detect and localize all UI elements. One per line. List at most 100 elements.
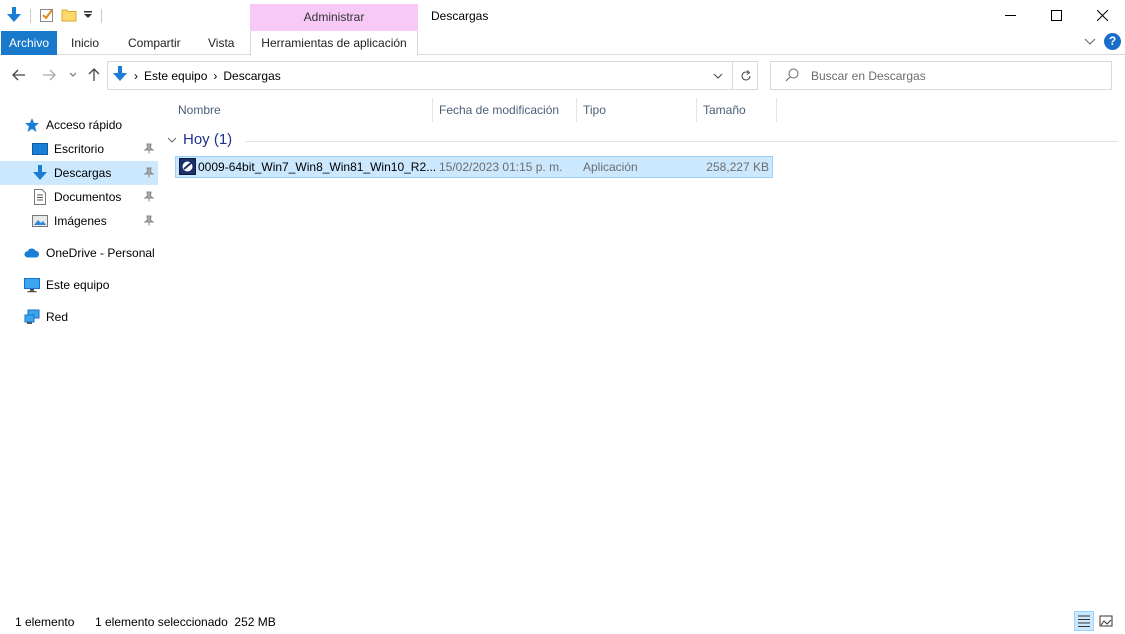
back-button[interactable]	[10, 66, 28, 84]
forward-button[interactable]	[40, 66, 58, 84]
search-input[interactable]	[811, 62, 1107, 89]
sidebar-item-label: Este equipo	[46, 278, 110, 292]
pin-icon[interactable]	[143, 143, 155, 157]
tab-compartir[interactable]: Compartir	[120, 31, 189, 55]
group-header-hoy[interactable]: Hoy (1)	[167, 131, 232, 148]
navigation-bar: › Este equipo › Descargas	[0, 56, 1125, 94]
recent-locations-button[interactable]	[64, 66, 82, 84]
address-bar[interactable]: › Este equipo › Descargas	[107, 61, 758, 90]
chevron-down-icon	[713, 73, 723, 79]
pin-icon[interactable]	[143, 167, 155, 181]
breadcrumb: › Este equipo › Descargas	[112, 62, 281, 89]
sidebar-item-onedrive[interactable]: OneDrive - Personal	[0, 241, 158, 265]
download-arrow-icon	[112, 65, 128, 86]
document-icon	[32, 189, 48, 205]
chevron-down-icon[interactable]	[167, 131, 177, 148]
quick-access-toolbar	[6, 5, 104, 27]
window-title: Descargas	[431, 9, 489, 23]
column-header-tamano[interactable]: Tamaño	[697, 94, 776, 126]
sidebar-item-label: Escritorio	[54, 142, 105, 156]
download-arrow-icon	[6, 6, 22, 27]
column-header-tipo[interactable]: Tipo	[577, 94, 696, 126]
address-history-button[interactable]	[706, 62, 730, 89]
column-header-nombre[interactable]: Nombre	[172, 94, 432, 126]
up-button[interactable]	[85, 66, 103, 84]
pin-icon[interactable]	[143, 191, 155, 205]
file-type: Aplicación	[583, 160, 638, 174]
properties-icon[interactable]	[39, 7, 55, 26]
sidebar-item-escritorio[interactable]: Escritorio	[0, 137, 158, 161]
sidebar-item-label: Imágenes	[54, 214, 107, 228]
status-bar: 1 elemento 1 elemento seleccionado 252 M…	[0, 608, 1125, 634]
ribbon-tabs: Archivo Inicio Compartir Vista Herramien…	[0, 31, 1125, 56]
details-view-icon	[1078, 615, 1090, 627]
navigation-pane: Acceso rápido Escritorio Descargas Docum…	[0, 110, 160, 600]
star-icon	[24, 117, 40, 133]
file-name: 0009-64bit_Win7_Win8_Win81_Win10_R2...	[198, 160, 436, 174]
network-icon	[24, 309, 40, 325]
file-date: 15/02/2023 01:15 p. m.	[439, 160, 563, 174]
sidebar-item-label: Red	[46, 310, 69, 324]
pin-icon[interactable]	[143, 215, 155, 229]
ribbon-right-controls: ?	[1084, 33, 1121, 50]
close-icon	[1096, 10, 1108, 21]
sidebar-item-acceso-rapido[interactable]: Acceso rápido	[0, 113, 158, 137]
tab-vista[interactable]: Vista	[200, 31, 242, 55]
large-icons-view-button[interactable]	[1096, 611, 1116, 631]
search-icon	[785, 68, 799, 85]
breadcrumb-separator: ›	[134, 68, 138, 83]
minimize-icon	[1004, 15, 1016, 16]
refresh-button[interactable]	[732, 62, 758, 89]
large-icons-view-icon	[1099, 615, 1113, 627]
contextual-tab-header: Administrar	[250, 4, 418, 31]
new-folder-icon[interactable]	[61, 7, 77, 26]
column-divider[interactable]	[776, 98, 777, 122]
column-header-fecha[interactable]: Fecha de modificación	[433, 94, 576, 126]
file-list: Nombre Fecha de modificación Tipo Tamaño…	[165, 94, 1125, 594]
view-switcher	[1074, 611, 1116, 631]
item-count: 1 elemento	[15, 615, 75, 629]
forward-arrow-icon	[43, 69, 56, 81]
maximize-button[interactable]	[1033, 0, 1079, 31]
application-icon	[179, 158, 197, 178]
window-controls	[987, 0, 1125, 31]
minimize-button[interactable]	[987, 0, 1033, 31]
pictures-icon	[32, 213, 48, 229]
sidebar-item-label: Documentos	[54, 190, 122, 204]
computer-icon	[24, 277, 40, 293]
tab-archivo[interactable]: Archivo	[1, 31, 57, 55]
chevron-down-icon	[69, 72, 77, 77]
maximize-icon	[1050, 10, 1062, 21]
table-row[interactable]: 0009-64bit_Win7_Win8_Win81_Win10_R2... 1…	[175, 156, 773, 178]
up-arrow-icon	[88, 68, 100, 81]
desktop-icon	[32, 141, 48, 157]
selection-info: 1 elemento seleccionado 252 MB	[95, 615, 276, 629]
breadcrumb-separator: ›	[213, 68, 218, 83]
help-button[interactable]: ?	[1104, 33, 1121, 50]
sidebar-item-documentos[interactable]: Documentos	[0, 185, 158, 209]
customize-qat-icon[interactable]	[83, 9, 93, 23]
details-view-button[interactable]	[1074, 611, 1094, 631]
qat-divider	[30, 9, 31, 23]
title-bar: Administrar Descargas	[0, 0, 1125, 31]
breadcrumb-este-equipo[interactable]: Este equipo	[144, 69, 207, 83]
expand-ribbon-icon[interactable]	[1084, 35, 1096, 49]
tab-inicio[interactable]: Inicio	[63, 31, 107, 55]
qat-divider	[101, 9, 102, 23]
download-arrow-icon	[32, 165, 48, 181]
sidebar-item-red[interactable]: Red	[0, 305, 158, 329]
search-box[interactable]	[770, 61, 1112, 90]
group-label: Hoy (1)	[183, 131, 233, 148]
sidebar-item-label: Acceso rápido	[46, 118, 123, 132]
sidebar-item-este-equipo[interactable]: Este equipo	[0, 273, 158, 297]
back-arrow-icon	[12, 69, 25, 81]
group-divider	[245, 141, 1118, 142]
tab-herramientas-de-aplicacion[interactable]: Herramientas de aplicación	[250, 31, 418, 56]
cloud-icon	[24, 245, 40, 261]
sidebar-item-descargas[interactable]: Descargas	[0, 161, 158, 185]
close-button[interactable]	[1079, 0, 1125, 31]
sidebar-item-label: Descargas	[54, 166, 112, 180]
refresh-icon	[741, 69, 750, 80]
breadcrumb-descargas[interactable]: Descargas	[223, 69, 280, 83]
sidebar-item-imagenes[interactable]: Imágenes	[0, 209, 158, 233]
